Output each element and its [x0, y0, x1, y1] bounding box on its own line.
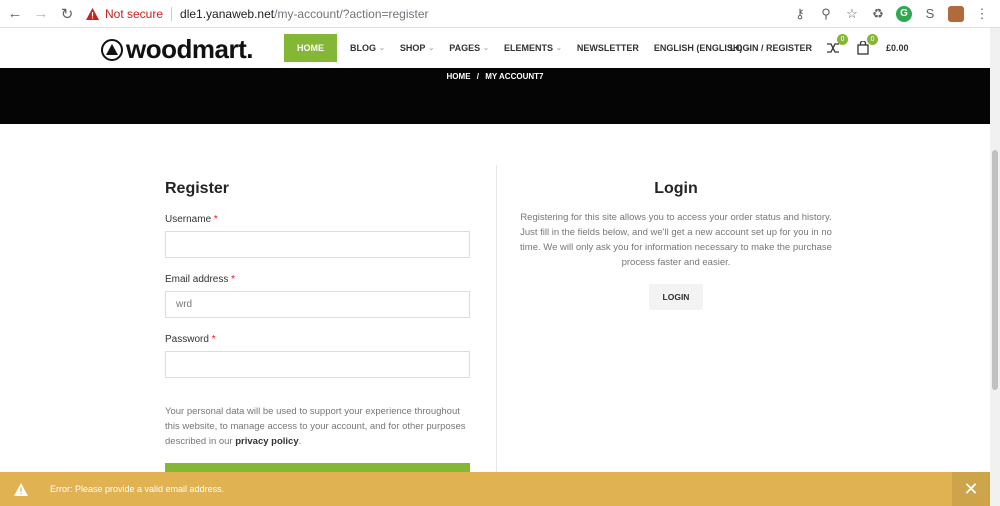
- breadcrumb-current: MY ACCOUNT7: [485, 72, 544, 81]
- email-label: Email address *: [165, 274, 470, 285]
- extension-s-icon[interactable]: S: [922, 6, 938, 22]
- browser-actions: ⚷ ⚲ ☆ ♻ G S ⋮: [792, 5, 990, 22]
- back-arrow-icon[interactable]: ←: [4, 3, 26, 25]
- nav-blog-label: BLOG: [350, 43, 376, 53]
- privacy-text: Your personal data will be used to suppo…: [165, 406, 466, 447]
- chevron-down-icon: ⌄: [379, 45, 385, 52]
- password-label: Password *: [165, 334, 470, 345]
- password-field[interactable]: [165, 351, 470, 378]
- grammarly-icon[interactable]: G: [896, 5, 912, 22]
- address-bar[interactable]: Not secure dle1.yanaweb.net/my-account/?…: [86, 3, 792, 25]
- cart-button[interactable]: 0: [856, 34, 879, 55]
- privacy-end: .: [298, 436, 302, 447]
- login-description: Registering for this site allows you to …: [520, 212, 832, 268]
- nav-elements-label: ELEMENTS: [503, 43, 553, 53]
- page-title-bar: HOME / MY ACCOUNT7: [0, 68, 990, 124]
- nav-newsletter[interactable]: NEWSLETTER: [577, 34, 639, 62]
- chevron-down-icon: ⌄: [483, 45, 489, 52]
- privacy-policy-link[interactable]: privacy policy: [235, 436, 298, 447]
- url-path: /my-account/?action=register: [274, 6, 429, 21]
- compare-button[interactable]: 0: [826, 34, 849, 55]
- chevron-down-icon: ⌄: [556, 45, 562, 52]
- site-logo[interactable]: woodmart.: [101, 34, 253, 65]
- address-separator: [171, 6, 173, 21]
- warning-icon: [14, 482, 28, 496]
- forward-arrow-icon[interactable]: →: [30, 3, 52, 25]
- nav-shop[interactable]: SHOP ⌄: [400, 34, 434, 62]
- warning-icon: [86, 7, 99, 20]
- reload-icon[interactable]: ↻: [56, 3, 78, 25]
- required-mark: *: [211, 334, 216, 345]
- privacy-notice: Your personal data will be used to suppo…: [165, 404, 470, 449]
- nav-shop-label: SHOP: [399, 43, 426, 53]
- login-register-link[interactable]: LOGIN / REGISTER: [730, 43, 812, 53]
- url-text[interactable]: dle1.yanaweb.net/my-account/?action=regi…: [180, 7, 428, 21]
- site-header: woodmart. HOME BLOG ⌄ SHOP ⌄ PAGES ⌄ ELEMEN…: [0, 28, 990, 68]
- username-label: Username *: [165, 214, 470, 225]
- nav-blog[interactable]: BLOG ⌄: [350, 34, 385, 62]
- main-navigation: HOME BLOG ⌄ SHOP ⌄ PAGES ⌄ ELEMENTS ⌄ NEWSLE…: [284, 34, 766, 62]
- compare-count-badge: 0: [837, 34, 849, 45]
- error-message: Error: Please provide a valid email addr…: [50, 484, 225, 494]
- breadcrumb-home[interactable]: HOME: [447, 72, 471, 81]
- cart-count-badge: 0: [867, 34, 879, 45]
- nav-pages[interactable]: PAGES ⌄: [449, 34, 489, 62]
- nav-pages-label: PAGES: [449, 43, 481, 53]
- url-host: dle1.yanaweb.net: [180, 6, 275, 21]
- username-field[interactable]: [165, 231, 470, 258]
- login-button[interactable]: LOGIN: [649, 284, 703, 310]
- breadcrumb: HOME / MY ACCOUNT7: [0, 72, 990, 81]
- profile-avatar[interactable]: [948, 5, 964, 22]
- required-mark: *: [231, 274, 236, 285]
- header-actions: LOGIN / REGISTER 0 0 £0.00: [730, 34, 909, 62]
- logo-text: woodmart.: [126, 34, 253, 64]
- zoom-icon[interactable]: ⚲: [818, 6, 834, 22]
- register-form: Register Username * Email address * Pass…: [165, 180, 470, 491]
- username-label-text: Username: [165, 214, 212, 225]
- required-mark: *: [213, 214, 218, 225]
- menu-dots-icon[interactable]: ⋮: [974, 6, 990, 22]
- security-status[interactable]: Not secure: [105, 7, 163, 21]
- login-panel: Login Registering for this site allows y…: [520, 180, 832, 310]
- register-title: Register: [165, 180, 230, 197]
- chevron-down-icon: ⌄: [428, 45, 435, 52]
- close-icon[interactable]: ✕: [952, 472, 990, 506]
- nav-home[interactable]: HOME: [284, 34, 337, 62]
- scrollbar-thumb[interactable]: [992, 150, 998, 390]
- star-icon[interactable]: ☆: [844, 6, 860, 22]
- tree-logo-icon: [101, 38, 123, 61]
- key-icon[interactable]: ⚷: [792, 6, 808, 22]
- password-label-text: Password: [165, 334, 209, 345]
- email-label-text: Email address: [165, 274, 229, 285]
- browser-toolbar: ← → ↻ Not secure dle1.yanaweb.net/my-acc…: [0, 0, 1000, 28]
- column-divider: [496, 165, 497, 475]
- cart-total[interactable]: £0.00: [886, 43, 909, 53]
- error-notice-bar: Error: Please provide a valid email addr…: [0, 472, 990, 506]
- nav-elements[interactable]: ELEMENTS ⌄: [504, 34, 562, 62]
- breadcrumb-separator: /: [476, 72, 479, 81]
- login-title: Login: [654, 180, 698, 197]
- email-field[interactable]: [165, 291, 470, 318]
- recycle-icon[interactable]: ♻: [870, 6, 886, 22]
